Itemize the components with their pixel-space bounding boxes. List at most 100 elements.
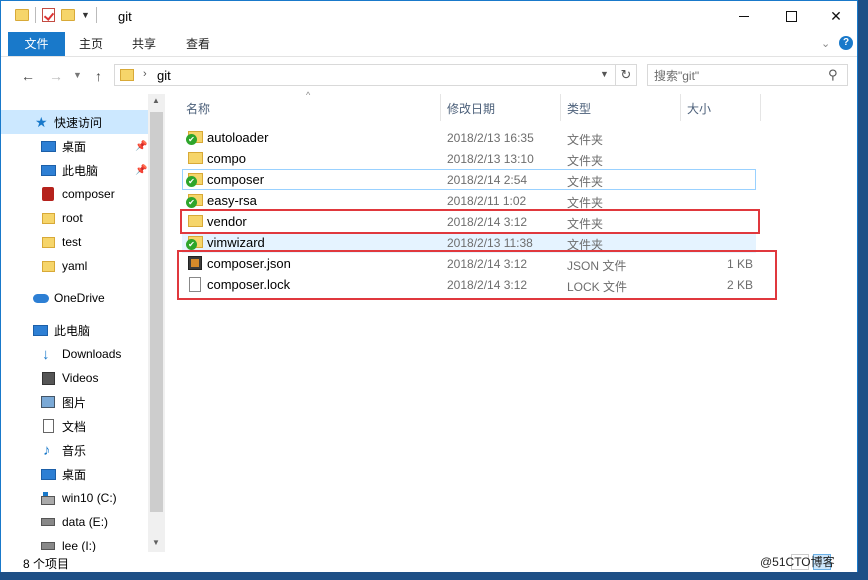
navigation-pane: ★ 快速访问 桌面 📌 此电脑 📌 composer root test yam… (1, 94, 148, 552)
drive-icon (41, 518, 55, 526)
file-row[interactable]: easy-rsa 2018/2/11 1:02 文件夹 (182, 190, 756, 211)
nav-label: 桌面 (62, 139, 87, 154)
pin-icon[interactable]: 📌 (135, 141, 147, 152)
close-button[interactable]: ✕ (813, 1, 859, 32)
column-divider[interactable] (440, 94, 441, 121)
column-type[interactable]: 类型 (567, 100, 591, 117)
column-divider[interactable] (680, 94, 681, 121)
nav-label: 图片 (62, 395, 87, 410)
search-input[interactable] (652, 67, 826, 85)
nav-item-downloads[interactable]: ↓ Downloads (1, 342, 148, 366)
nav-label: composer (62, 187, 115, 201)
nav-item-test[interactable]: test (1, 230, 148, 254)
window-title: git (118, 9, 132, 24)
computer-icon (41, 164, 56, 176)
nav-item-composer[interactable]: composer (1, 182, 148, 206)
expand-ribbon-icon[interactable]: ⌄ (821, 37, 830, 50)
column-header: ^ 名称 修改日期 类型 大小 (166, 90, 858, 121)
nav-item-documents[interactable]: 文档 (1, 414, 148, 438)
ribbon: 文件 主页 共享 查看 ⌄ ? (1, 32, 857, 57)
tab-view[interactable]: 查看 (175, 32, 221, 56)
back-arrow-icon[interactable]: ← (21, 68, 35, 84)
highlight-box-composer-files (177, 250, 777, 300)
nav-label: 桌面 (62, 467, 87, 482)
nav-item-onedrive[interactable]: OneDrive (1, 286, 148, 310)
nav-item-yaml[interactable]: yaml (1, 254, 148, 278)
nav-label: Downloads (62, 347, 122, 361)
file-type: 文件夹 (567, 175, 604, 189)
refresh-icon[interactable]: ↻ (615, 65, 636, 85)
new-folder-icon[interactable] (61, 9, 75, 21)
scrollbar-thumb[interactable] (150, 112, 163, 512)
file-name: vimwizard (207, 235, 265, 250)
folder-icon (42, 260, 55, 272)
file-row[interactable]: autoloader 2018/2/13 16:35 文件夹 (182, 127, 756, 148)
file-name: compo (207, 151, 247, 166)
up-arrow-icon[interactable]: ↑ (95, 68, 102, 84)
nav-label: OneDrive (54, 291, 105, 305)
search-icon[interactable]: ⚲ (828, 67, 838, 83)
nav-item-this-pc-root[interactable]: 此电脑 (1, 318, 148, 342)
nav-label: lee (I:) (62, 539, 97, 552)
nav-item-desktop[interactable]: 桌面 📌 (1, 134, 148, 158)
file-date: 2018/2/11 1:02 (447, 194, 527, 208)
recent-locations-icon[interactable]: ▼ (73, 70, 82, 80)
nav-item-pictures[interactable]: 图片 (1, 390, 148, 414)
tab-share[interactable]: 共享 (121, 32, 167, 56)
properties-icon[interactable] (42, 8, 55, 22)
forward-arrow-icon[interactable]: → (49, 68, 63, 84)
nav-label: 音乐 (62, 443, 87, 458)
navigation-bar: ← → ▼ ↑ › git ▼ ↻ ⚲ (1, 57, 857, 93)
nav-item-music[interactable]: ♪ 音乐 (1, 438, 148, 462)
computer-icon (33, 324, 48, 336)
scroll-up-icon[interactable]: ▲ (152, 96, 160, 105)
column-size[interactable]: 大小 (687, 100, 711, 117)
video-icon (42, 371, 55, 385)
pin-icon[interactable]: 📌 (135, 165, 147, 176)
document-icon (43, 419, 54, 433)
breadcrumb-chevron-icon[interactable]: › (143, 68, 147, 80)
file-date: 2018/2/13 13:10 (447, 152, 534, 166)
windows-drive-icon (41, 492, 55, 505)
folder-icon (188, 152, 203, 164)
column-divider[interactable] (760, 94, 761, 121)
nav-item-quick-access[interactable]: ★ 快速访问 (1, 110, 148, 134)
file-date: 2018/2/13 16:35 (447, 131, 534, 145)
minimize-button[interactable] (721, 1, 767, 32)
file-date: 2018/2/14 2:54 (447, 173, 528, 187)
column-divider[interactable] (560, 94, 561, 121)
folder-icon (120, 69, 134, 81)
breadcrumb-git[interactable]: git (157, 68, 171, 83)
nav-item-videos[interactable]: Videos (1, 366, 148, 390)
file-type: 文件夹 (567, 133, 604, 147)
nav-label: win10 (C:) (62, 491, 117, 505)
file-list: ^ 名称 修改日期 类型 大小 autoloader 2018/2/13 16:… (166, 90, 858, 552)
tab-home[interactable]: 主页 (69, 32, 113, 56)
nav-item-desktop-pc[interactable]: 桌面 (1, 462, 148, 486)
search-box[interactable]: ⚲ (647, 64, 848, 86)
navigation-scrollbar[interactable]: ▲ ▼ (148, 94, 165, 552)
nav-item-drive-i[interactable]: lee (I:) (1, 534, 148, 552)
file-type: 文件夹 (567, 154, 604, 168)
help-icon[interactable]: ? (839, 36, 853, 50)
tab-file[interactable]: 文件 (8, 32, 65, 56)
item-count: 8 个项目 (23, 557, 70, 571)
column-date[interactable]: 修改日期 (447, 100, 495, 117)
address-history-icon[interactable]: ▼ (600, 69, 609, 79)
file-row[interactable]: composer 2018/2/14 2:54 文件夹 (182, 169, 756, 190)
customize-toolbar-icon[interactable]: ▼ (81, 10, 90, 20)
maximize-button[interactable] (768, 1, 814, 32)
nav-item-drive-c[interactable]: win10 (C:) (1, 486, 148, 510)
file-row[interactable]: compo 2018/2/13 13:10 文件夹 (182, 148, 756, 169)
folder-sync-icon (186, 173, 203, 187)
folder-icon[interactable] (15, 9, 29, 21)
scroll-down-icon[interactable]: ▼ (152, 538, 160, 547)
nav-item-root[interactable]: root (1, 206, 148, 230)
download-icon: ↓ (42, 345, 50, 363)
nav-item-drive-e[interactable]: data (E:) (1, 510, 148, 534)
address-bar[interactable]: › git ▼ ↻ (114, 64, 637, 86)
column-name[interactable]: 名称 (186, 100, 210, 117)
nav-item-this-pc[interactable]: 此电脑 📌 (1, 158, 148, 182)
explorer-window: ▼ git ✕ 文件 主页 共享 查看 ⌄ ? ← → ▼ ↑ › git ▼ … (0, 0, 858, 572)
file-name: autoloader (207, 130, 269, 145)
